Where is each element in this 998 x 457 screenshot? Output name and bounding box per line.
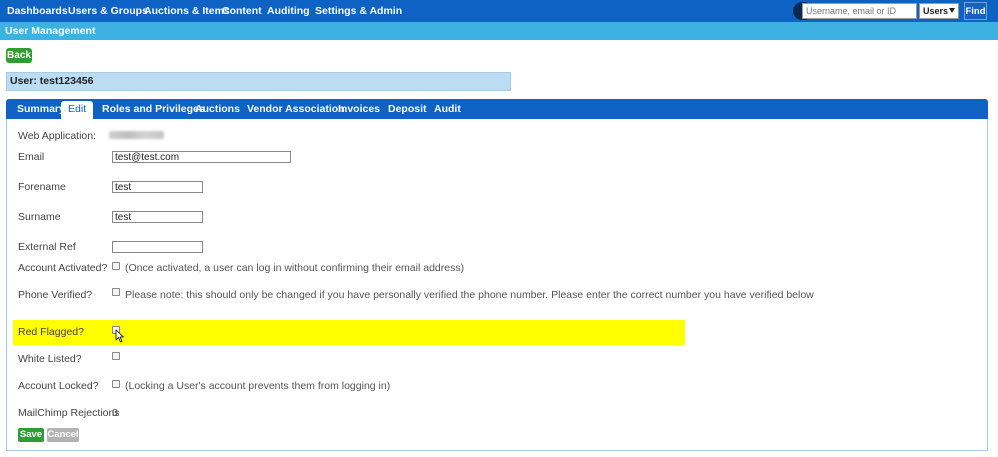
phone-verified-checkbox[interactable] bbox=[112, 288, 120, 296]
forename-field[interactable] bbox=[112, 181, 203, 193]
tab-deposit[interactable]: Deposit bbox=[388, 99, 427, 119]
search-input[interactable] bbox=[802, 3, 917, 19]
tab-roles-privileges[interactable]: Roles and Privileges bbox=[102, 99, 205, 119]
tab-invoices[interactable]: Invoices bbox=[338, 99, 380, 119]
external-ref-field[interactable] bbox=[112, 241, 203, 253]
tab-edit[interactable]: Edit bbox=[61, 101, 94, 119]
find-button[interactable]: Find bbox=[964, 2, 987, 20]
phone-verified-note: Please note: this should only be changed… bbox=[125, 289, 814, 301]
account-activated-checkbox[interactable] bbox=[112, 262, 120, 270]
tab-summary[interactable]: Summary bbox=[17, 99, 65, 119]
phone-verified-label: Phone Verified? bbox=[18, 289, 93, 301]
nav-settings-admin[interactable]: Settings & Admin bbox=[315, 0, 402, 22]
tab-audit[interactable]: Audit bbox=[434, 99, 461, 119]
tab-vendor-association[interactable]: Vendor Association bbox=[247, 99, 345, 119]
mailchimp-rejections-label: MailChimp Rejections bbox=[18, 407, 120, 419]
save-button[interactable]: Save bbox=[18, 428, 44, 442]
mouse-pointer-icon bbox=[115, 329, 124, 343]
section-title: User Management bbox=[0, 22, 998, 40]
tab-bar: Summary Edit Roles and Privileges Auctio… bbox=[6, 99, 988, 119]
nav-auctions-items[interactable]: Auctions & Items bbox=[144, 0, 230, 22]
account-activated-note: (Once activated, a user can log in witho… bbox=[125, 262, 465, 274]
search-scope-select[interactable]: Users bbox=[919, 3, 959, 19]
surname-label: Surname bbox=[18, 211, 61, 223]
web-application-value-redacted bbox=[109, 131, 164, 139]
cancel-button[interactable]: Cancel bbox=[47, 428, 79, 442]
edit-panel bbox=[6, 119, 988, 451]
email-label: Email bbox=[18, 151, 45, 163]
search-scope-value: Users bbox=[923, 6, 949, 16]
global-search: Users Find bbox=[793, 2, 993, 20]
forename-label: Forename bbox=[18, 181, 66, 193]
tab-auctions[interactable]: Auctions bbox=[195, 99, 240, 119]
account-locked-checkbox[interactable] bbox=[112, 380, 120, 388]
account-locked-note: (Locking a User's account prevents them … bbox=[125, 380, 391, 392]
white-listed-label: White Listed? bbox=[18, 353, 82, 365]
account-locked-label: Account Locked? bbox=[18, 380, 99, 392]
nav-content[interactable]: Content bbox=[222, 0, 262, 22]
white-listed-checkbox[interactable] bbox=[112, 352, 120, 360]
user-header: User: test123456 bbox=[6, 72, 511, 91]
external-ref-label: External Ref bbox=[18, 241, 76, 253]
nav-users-groups[interactable]: Users & Groups bbox=[68, 0, 148, 22]
back-button[interactable]: Back bbox=[6, 48, 32, 63]
account-activated-label: Account Activated? bbox=[18, 262, 108, 274]
red-flagged-label: Red Flagged? bbox=[18, 326, 84, 338]
nav-dashboards[interactable]: Dashboards bbox=[7, 0, 68, 22]
surname-field[interactable] bbox=[112, 211, 203, 223]
nav-auditing[interactable]: Auditing bbox=[267, 0, 310, 22]
mailchimp-rejections-value: 0 bbox=[112, 407, 118, 419]
web-application-label: Web Application: bbox=[18, 130, 97, 142]
chevron-down-icon bbox=[949, 8, 955, 13]
email-field[interactable] bbox=[112, 151, 291, 163]
top-navigation-bar: Dashboards Users & Groups Auctions & Ite… bbox=[0, 0, 998, 22]
